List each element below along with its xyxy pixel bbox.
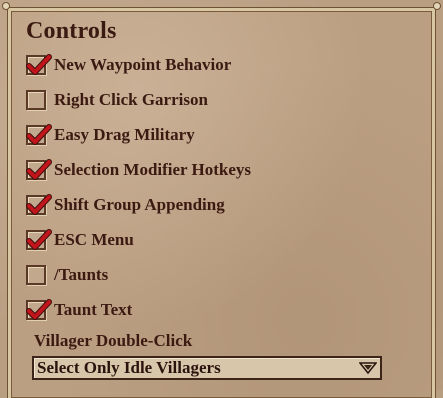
- checkmark-icon: [26, 194, 52, 215]
- option-checkbox[interactable]: [26, 159, 52, 180]
- chevron-down-icon[interactable]: [359, 360, 377, 376]
- option-row[interactable]: /Taunts: [26, 262, 108, 288]
- option-checkbox[interactable]: [26, 124, 52, 145]
- option-label: ESC Menu: [54, 230, 134, 249]
- section-title: Controls: [26, 18, 117, 44]
- option-label: Right Click Garrison: [54, 90, 208, 109]
- checkmark-icon: [26, 229, 52, 250]
- option-row[interactable]: ESC Menu: [26, 227, 134, 253]
- option-label: New Waypoint Behavior: [54, 55, 232, 74]
- checkmark-icon: [26, 159, 52, 180]
- option-checkbox[interactable]: [26, 229, 52, 250]
- checkmark-icon: [26, 54, 52, 75]
- option-label: Shift Group Appending: [54, 195, 225, 214]
- option-label: Selection Modifier Hotkeys: [54, 160, 252, 179]
- option-row[interactable]: New Waypoint Behavior: [26, 52, 231, 78]
- option-label: /Taunts: [54, 265, 109, 284]
- option-row[interactable]: Selection Modifier Hotkeys: [26, 157, 251, 183]
- villager-double-click-label: Villager Double-Click: [34, 331, 193, 350]
- option-row[interactable]: Easy Drag Military: [26, 122, 195, 148]
- option-checkbox[interactable]: [26, 194, 52, 215]
- dropdown-selected-value: Select Only Idle Villagers: [37, 358, 221, 377]
- panel-corner-ornament-left: [2, 2, 10, 10]
- option-label: Easy Drag Military: [54, 125, 195, 144]
- option-checkbox[interactable]: [26, 90, 46, 110]
- option-row[interactable]: Shift Group Appending: [26, 192, 225, 218]
- option-checkbox[interactable]: [26, 54, 52, 75]
- villager-double-click-dropdown[interactable]: Select Only Idle Villagers: [32, 356, 382, 380]
- checkmark-icon: [26, 299, 52, 320]
- option-checkbox[interactable]: [26, 299, 52, 320]
- option-checkbox[interactable]: [26, 265, 46, 285]
- option-row[interactable]: Right Click Garrison: [26, 87, 208, 113]
- panel-corner-ornament-right: [433, 2, 441, 10]
- option-row[interactable]: Taunt Text: [26, 297, 132, 323]
- option-label: Taunt Text: [54, 300, 133, 319]
- checkmark-icon: [26, 124, 52, 145]
